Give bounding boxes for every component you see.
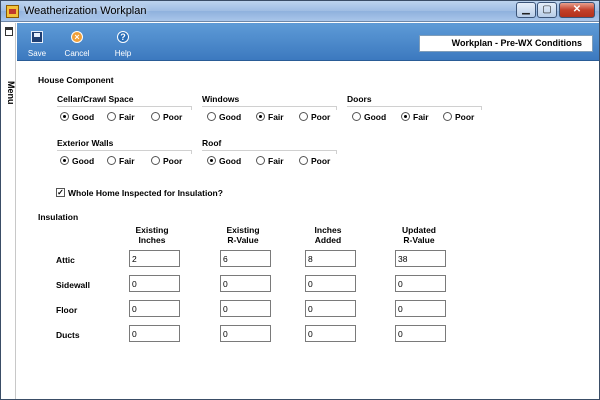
window-title: Weatherization Workplan [24,5,147,17]
attic-existing-inches-input[interactable] [129,250,180,267]
title-bar: Weatherization Workplan ▁ ▢ ✕ [1,1,599,22]
windows-group: Windows Good Fair Poor [202,94,337,126]
sidewall-existing-r-value-input[interactable] [220,275,271,292]
sidewall-existing-inches-input[interactable] [129,275,180,292]
roof-group: Roof Good Fair Poor [202,138,337,170]
group-divider-end [191,150,192,154]
cellar-crawl-space-group: Cellar/Crawl Space Good Fair Poor [57,94,192,126]
attic-existing-r-value-input[interactable] [220,250,271,267]
group-divider [57,106,192,107]
windows-label: Windows [202,94,240,104]
attic-inches-added-input[interactable] [305,250,356,267]
exterior-walls-radio-row: Good Fair Poor [60,155,200,167]
menu-sidebar[interactable]: Menu [2,23,16,399]
group-divider-end [336,106,337,110]
col-updated-r-value: Updated R-Value [384,225,454,245]
sidewall-inches-added-input[interactable] [305,275,356,292]
ducts-existing-r-value-input[interactable] [220,325,271,342]
exterior-walls-label: Exterior Walls [57,138,114,148]
toolbar: Save × Cancel ? Help Workplan - Pre-WX C… [17,23,599,61]
col-existing-r-value-line2: R-Value [227,235,259,245]
minimize-button[interactable]: ▁ [516,2,536,18]
sidewall-updated-r-value-input[interactable] [395,275,446,292]
col-existing-r-value: Existing R-Value [208,225,278,245]
close-button[interactable]: ✕ [559,2,595,18]
group-divider [202,106,337,107]
app-window: Weatherization Workplan ▁ ▢ ✕ Menu Save … [0,0,600,400]
save-label: Save [27,49,47,58]
cancel-icon: × [71,31,83,43]
help-button[interactable]: ? Help [103,25,143,59]
maximize-button[interactable]: ▢ [537,2,557,18]
help-icon: ? [117,31,129,43]
row-label-attic: Attic [56,255,75,265]
insulation-title: Insulation [38,212,79,222]
save-button[interactable]: Save [17,25,57,59]
windows-radio-row: Good Fair Poor [205,111,345,123]
house-component-title: House Component [38,75,114,85]
doors-radio-row: Good Fair Poor [350,111,490,123]
ducts-existing-inches-input[interactable] [129,325,180,342]
cancel-button[interactable]: × Cancel [57,25,97,59]
cellar-crawl-space-label: Cellar/Crawl Space [57,94,134,104]
row-label-floor: Floor [56,305,78,315]
col-inches-added-line2: Added [314,235,342,245]
ducts-inches-added-input[interactable] [305,325,356,342]
col-existing-inches: Existing Inches [117,225,187,245]
roof-radio-row: Good Fair Poor [205,155,345,167]
roof-label: Roof [202,138,222,148]
workplan-content: House Component Cellar/Crawl Space Good … [17,62,599,399]
app-icon [6,5,19,18]
group-divider [202,150,337,151]
pin-icon[interactable] [5,27,13,36]
col-existing-inches-line1: Existing [135,225,169,235]
group-divider-end [336,150,337,154]
floor-existing-inches-input[interactable] [129,300,180,317]
group-divider-end [191,106,192,110]
help-label: Help [114,49,132,58]
col-updated-r-value-line1: Updated [402,225,436,235]
attic-updated-r-value-input[interactable] [395,250,446,267]
ducts-updated-r-value-input[interactable] [395,325,446,342]
row-label-sidewall: Sidewall [56,280,91,290]
whole-home-inspected-label: Whole Home Inspected for Insulation? [68,188,223,198]
save-icon [31,31,43,43]
col-existing-inches-line2: Inches [138,235,166,245]
group-divider [347,106,482,107]
floor-updated-r-value-input[interactable] [395,300,446,317]
doors-group: Doors Good Fair Poor [347,94,482,126]
checkbox-check-icon: ✓ [56,188,65,197]
col-inches-added-line1: Inches [314,225,342,235]
group-divider-end [481,106,482,110]
cellar-radio-row: Good Fair Poor [60,111,200,123]
row-label-ducts: Ducts [56,330,80,340]
col-existing-r-value-line1: Existing [226,225,260,235]
cancel-label: Cancel [64,49,90,58]
col-inches-added: Inches Added [293,225,363,245]
floor-inches-added-input[interactable] [305,300,356,317]
page-title: Workplan - Pre-WX Conditions [419,35,593,52]
menu-label[interactable]: Menu [2,81,16,105]
group-divider [57,150,192,151]
exterior-walls-group: Exterior Walls Good Fair Poor [57,138,192,170]
floor-existing-r-value-input[interactable] [220,300,271,317]
doors-label: Doors [347,94,372,104]
col-updated-r-value-line2: R-Value [403,235,435,245]
